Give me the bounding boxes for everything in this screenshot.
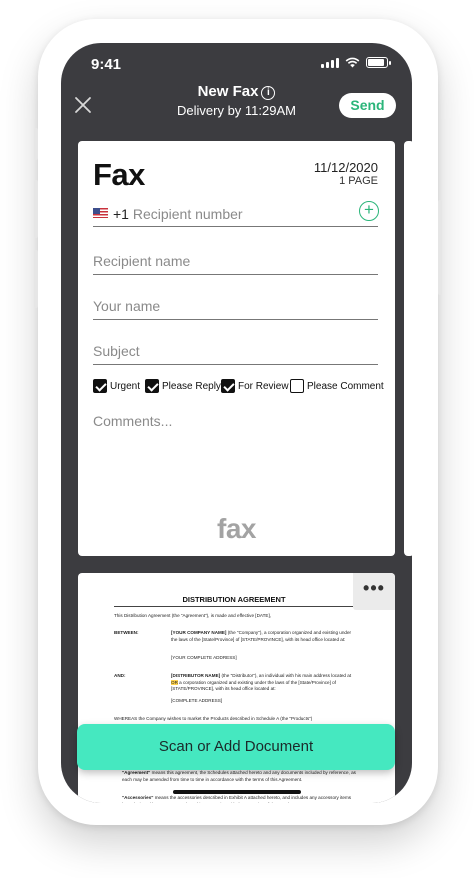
power-button	[438, 200, 442, 295]
whereas-clause: WHEREAS the Company wishes to market the…	[114, 716, 313, 721]
fax-heading: Fax	[93, 157, 145, 192]
next-page-card-peek[interactable]	[404, 141, 412, 556]
for-review-checkbox[interactable]: For Review	[221, 379, 289, 393]
status-icons	[321, 57, 391, 68]
urgent-checkbox[interactable]: Urgent	[93, 379, 140, 393]
country-code-text: +1	[113, 206, 129, 222]
agreement-term: "Agreement"	[122, 770, 151, 775]
send-button[interactable]: Send	[339, 93, 396, 118]
app-header: New Fax i Delivery by 11:29AM Send	[61, 83, 412, 135]
cellular-signal-icon	[321, 57, 339, 68]
please-comment-checkbox[interactable]: Please Comment	[290, 379, 384, 393]
between-label-text: BETWEEN:	[114, 630, 139, 635]
comments-input[interactable]: Comments...	[93, 413, 172, 429]
and-label-text: AND:	[114, 673, 126, 678]
checkbox-checked-icon[interactable]	[93, 379, 107, 393]
fax-logo: fax	[217, 513, 256, 544]
volume-down-button	[34, 250, 38, 308]
subject-placeholder: Subject	[93, 343, 140, 359]
and-address: [COMPLETE ADDRESS]	[171, 698, 223, 703]
agreement-text: means this agreement, the Schedules atta…	[122, 770, 356, 782]
add-recipient-icon[interactable]: +	[359, 201, 379, 221]
checkbox-unchecked-icon[interactable]	[290, 379, 304, 393]
for-review-label: For Review	[238, 380, 289, 392]
between-label: BETWEEN:	[114, 630, 139, 637]
recipient-name-field[interactable]: Recipient name	[93, 251, 378, 275]
battery-icon	[366, 57, 391, 68]
and-label: AND:	[114, 673, 125, 680]
agreement-definition: "Agreement" means this agreement, the Sc…	[122, 770, 357, 783]
checkbox-checked-icon[interactable]	[221, 379, 235, 393]
and-party-name: [DISTRIBUTOR NAME]	[171, 673, 221, 678]
and-party-text-a: (the "Distributor"), an individual with …	[220, 673, 352, 678]
volume-up-button	[34, 180, 38, 238]
accessories-term: "Accessories"	[122, 795, 154, 800]
us-flag-icon[interactable]	[93, 208, 108, 218]
fax-page-count: 1 PAGE	[339, 175, 378, 187]
fax-cover-card: Fax 11/12/2020 1 PAGE +1 Recipient numbe…	[78, 141, 395, 556]
status-bar: 9:41	[61, 43, 412, 83]
page-title-text: New Fax	[197, 83, 259, 100]
recipient-name-placeholder: Recipient name	[93, 253, 191, 269]
mute-switch	[34, 128, 38, 160]
please-comment-label: Please Comment	[307, 380, 384, 392]
between-party: [YOUR COMPANY NAME] (the "Company"), a c…	[171, 630, 355, 643]
please-reply-label: Please Reply	[162, 380, 221, 392]
fax-date: 11/12/2020	[313, 160, 378, 175]
your-name-field[interactable]: Your name	[93, 296, 378, 320]
recipient-number-field[interactable]: +1 Recipient number +	[93, 201, 379, 227]
info-icon[interactable]: i	[261, 86, 276, 100]
accessories-text: means the accessories described in Exhib…	[122, 795, 352, 803]
please-reply-checkbox[interactable]: Please Reply	[145, 379, 221, 393]
urgent-label: Urgent	[110, 380, 141, 392]
between-address: [YOUR COMPLETE ADDRESS]	[171, 655, 237, 660]
and-party: [DISTRIBUTOR NAME] (the "Distributor"), …	[171, 673, 355, 693]
wifi-icon	[345, 57, 360, 68]
your-name-placeholder: Your name	[93, 298, 161, 314]
accessories-definition: "Accessories" means the accessories desc…	[122, 795, 357, 803]
document-intro: This Distribution Agreement (the "Agreem…	[114, 613, 272, 618]
phone-screen: 9:41 New Fax i Delivery by 11:29AM Send F…	[61, 43, 412, 803]
country-code[interactable]: +1 Recipient number	[113, 206, 243, 222]
document-title-rule	[114, 606, 354, 607]
and-party-text-b: a corporation organized and existing und…	[171, 679, 336, 692]
status-time: 9:41	[91, 56, 122, 73]
scan-or-add-document-button[interactable]: Scan or Add Document	[77, 724, 395, 770]
between-party-name: [YOUR COMPANY NAME]	[171, 630, 227, 635]
document-title: DISTRIBUTION AGREEMENT	[182, 595, 286, 604]
fax-options: Urgent Please Reply For Review Please Co…	[93, 379, 384, 395]
more-options-button[interactable]: •••	[353, 573, 395, 610]
recipient-number-placeholder: Recipient number	[132, 206, 243, 222]
checkbox-checked-icon[interactable]	[145, 379, 159, 393]
subject-field[interactable]: Subject	[93, 341, 378, 365]
home-indicator[interactable]	[173, 790, 301, 794]
and-party-highlight: OR	[171, 679, 178, 685]
